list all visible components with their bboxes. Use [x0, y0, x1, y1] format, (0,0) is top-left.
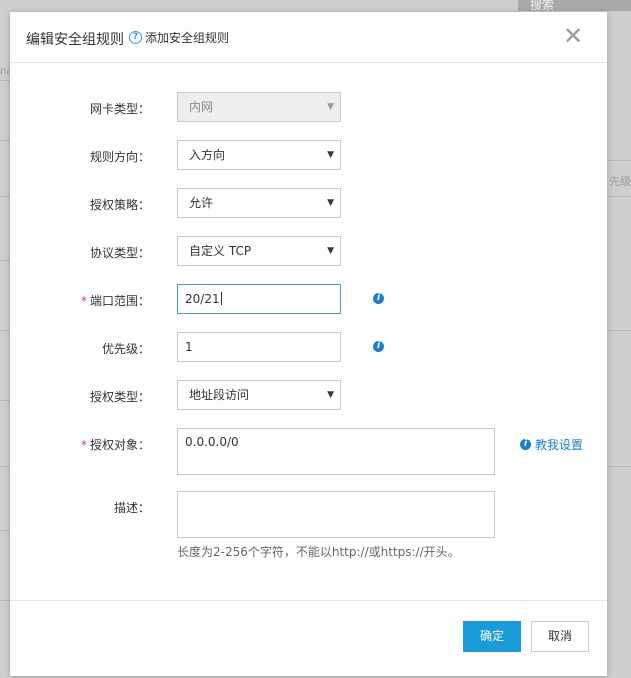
background-divider [0, 400, 10, 401]
auth-object-label-text: 授权对象： [89, 438, 150, 452]
help-icon: ? [129, 31, 142, 44]
auth-type-value: 地址段访问 [189, 388, 250, 402]
background-divider [0, 530, 10, 531]
direction-select[interactable]: 入方向 ▼ [177, 140, 341, 170]
policy-select[interactable]: 允许 ▼ [177, 188, 341, 218]
auth-type-select[interactable]: 地址段访问 ▼ [177, 380, 341, 410]
close-icon[interactable]: ✕ [562, 24, 584, 48]
confirm-button[interactable]: 确定 [463, 621, 521, 652]
chevron-down-icon: ▼ [327, 390, 334, 400]
chevron-down-icon: ▼ [327, 150, 334, 160]
port-range-label: * 端口范围： [10, 292, 150, 309]
description-label: 描述： [113, 501, 150, 515]
auth-type-label: 授权类型： [89, 390, 150, 404]
background-divider [0, 80, 10, 81]
background-divider [0, 140, 10, 141]
help-link-label: 添加安全组规则 [145, 31, 230, 45]
info-icon[interactable]: i [373, 341, 384, 352]
protocol-label: 协议类型： [89, 246, 150, 260]
required-mark: * [80, 438, 87, 452]
description-textarea[interactable] [177, 491, 495, 538]
nic-type-value: 内网 [189, 100, 214, 114]
background-divider [0, 466, 10, 467]
policy-value: 允许 [189, 196, 214, 210]
port-range-input[interactable]: 20/21 [177, 284, 341, 314]
background-search-button: 搜索 [518, 0, 631, 11]
info-icon: i [520, 439, 531, 450]
background-divider [0, 196, 10, 197]
chevron-down-icon: ▼ [327, 198, 334, 208]
background-divider [0, 260, 10, 261]
info-icon[interactable]: i [373, 293, 384, 304]
policy-label: 授权策略： [89, 198, 150, 212]
required-mark: * [80, 294, 87, 308]
dialog-header: 编辑安全组规则 ? 添加安全组规则 ✕ [10, 12, 607, 63]
background-divider [608, 330, 631, 331]
help-link[interactable]: ? 添加安全组规则 [129, 29, 229, 46]
direction-label: 规则方向： [89, 150, 150, 164]
background-divider [0, 600, 10, 601]
cancel-button[interactable]: 取消 [531, 621, 589, 652]
port-range-value: 20/21 [185, 292, 220, 306]
edit-rule-dialog: 编辑安全组规则 ? 添加安全组规则 ✕ 网卡类型： 内网 ▼ 规则方向： 入方向… [10, 12, 607, 676]
nic-type-select: 内网 ▼ [177, 92, 341, 122]
chevron-down-icon: ▼ [327, 246, 334, 256]
background-fragment-right: 先级 [609, 175, 631, 188]
protocol-value: 自定义 TCP [189, 244, 252, 258]
background-divider [608, 196, 631, 197]
priority-input[interactable]: 1 [177, 332, 341, 362]
chevron-down-icon: ▼ [327, 102, 334, 112]
auth-object-value: 0.0.0.0/0 [185, 435, 239, 449]
dialog-footer: 确定 取消 [10, 600, 607, 677]
background-divider [608, 160, 631, 161]
port-range-label-text: 端口范围： [89, 294, 150, 308]
auth-object-textarea[interactable]: 0.0.0.0/0 [177, 428, 495, 475]
priority-label: 优先级： [101, 342, 150, 356]
tutorial-link[interactable]: i 教我设置 [520, 436, 583, 453]
description-hint: 长度为2-256个字符，不能以http://或https://开头。 [177, 545, 460, 559]
text-cursor [220, 292, 222, 305]
tutorial-link-label: 教我设置 [535, 438, 584, 452]
auth-object-label: * 授权对象： [10, 436, 150, 453]
protocol-select[interactable]: 自定义 TCP ▼ [177, 236, 341, 266]
dialog-title: 编辑安全组规则 [26, 32, 124, 48]
background-divider [0, 330, 10, 331]
priority-value: 1 [185, 340, 193, 354]
background-divider [608, 466, 631, 467]
direction-value: 入方向 [189, 148, 226, 162]
nic-type-label: 网卡类型： [89, 102, 150, 116]
